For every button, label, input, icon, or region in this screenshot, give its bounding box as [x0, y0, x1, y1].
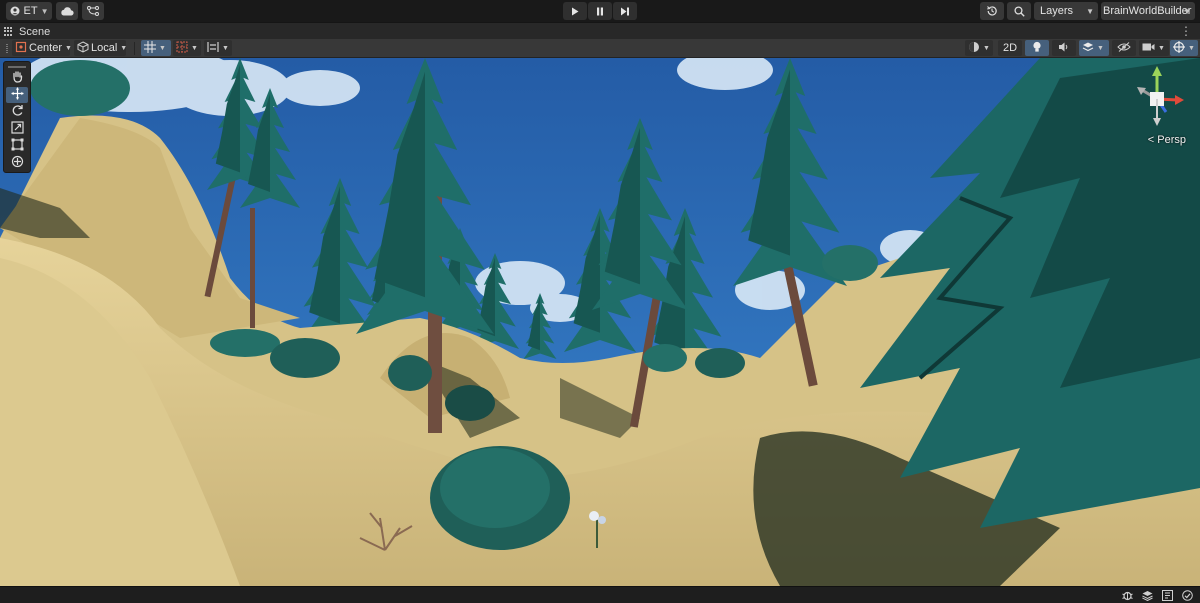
shading-sphere-icon	[968, 41, 980, 56]
move-tool[interactable]	[6, 87, 28, 103]
search-icon	[1013, 5, 1025, 17]
audio-toggle[interactable]	[1052, 40, 1076, 56]
effects-layers-icon	[1082, 41, 1094, 56]
drag-handle-icon[interactable]	[6, 44, 8, 53]
more-options-icon[interactable]: ⋮	[1180, 25, 1192, 37]
tab-scene-label: Scene	[19, 25, 51, 38]
branch-icon	[87, 6, 99, 16]
cloud-icon	[60, 6, 74, 16]
chevron-down-icon: ▼	[1158, 44, 1165, 52]
lightbulb-icon	[1032, 41, 1042, 56]
lighting-toggle[interactable]	[1025, 40, 1049, 56]
camera-icon	[1142, 42, 1155, 55]
pivot-mode-label: Center	[29, 42, 63, 54]
chevron-down-icon: ▼	[191, 44, 198, 52]
version-control-button[interactable]	[82, 2, 104, 20]
gizmo-globe-icon	[1173, 40, 1185, 56]
snap-increment-icon	[176, 41, 188, 56]
mode-2d-label: 2D	[1002, 42, 1018, 54]
step-icon	[620, 7, 630, 16]
move-icon	[11, 87, 24, 103]
transform-icon	[11, 155, 24, 171]
chevron-down-icon: ▼	[65, 44, 72, 52]
align-icon	[207, 41, 219, 56]
grid-snap-icon	[144, 40, 156, 56]
pause-button[interactable]	[588, 2, 612, 20]
snap-increment-dropdown[interactable]: ▼	[173, 40, 201, 56]
align-dropdown[interactable]: ▼	[204, 40, 232, 56]
camera-dropdown[interactable]: ▼	[1139, 40, 1169, 56]
scene-viewport[interactable]: < Persp	[0, 58, 1200, 586]
rotate-tool[interactable]	[6, 104, 28, 120]
chevron-down-icon: ▼	[983, 44, 990, 52]
cloud-button[interactable]	[56, 2, 78, 20]
axis-gizmo-icon	[1137, 66, 1184, 126]
pause-icon	[596, 7, 604, 16]
pivot-rotation-label: Local	[91, 42, 118, 54]
account-dropdown[interactable]: ET ▼	[6, 2, 52, 20]
layers-dropdown[interactable]: Layers ▼	[1034, 2, 1098, 20]
debug-icon[interactable]	[1121, 589, 1134, 602]
layout-dropdown[interactable]: BrainWorldBuilder ▼	[1101, 2, 1195, 20]
layout-label: BrainWorldBuilder	[1103, 5, 1192, 17]
status-bar	[0, 586, 1200, 603]
chevron-down-icon: ▼	[120, 44, 128, 52]
transform-tool[interactable]	[6, 155, 28, 171]
pivot-rotation-dropdown[interactable]: Local ▼	[74, 40, 128, 56]
draw-mode-dropdown[interactable]: ▼	[965, 40, 993, 56]
scale-tool[interactable]	[6, 121, 28, 137]
tool-palette	[3, 61, 31, 173]
chevron-down-icon: ▼	[159, 44, 166, 52]
forest-scene-render	[0, 58, 1200, 586]
scene-tab-bar: Scene ⋮	[0, 22, 1200, 39]
step-button[interactable]	[613, 2, 637, 20]
main-toolbar: ET ▼ Layers ▼ BrainWorldBuilder ▼	[0, 0, 1200, 22]
play-icon	[571, 7, 579, 16]
toolbar-divider	[134, 42, 135, 55]
account-icon	[10, 6, 20, 16]
camera-mode-label[interactable]: < Persp	[1148, 134, 1186, 146]
rotate-icon	[11, 104, 24, 120]
grid-snap-toggle[interactable]: ▼	[141, 40, 171, 56]
eye-slash-icon	[1117, 41, 1131, 55]
chevron-down-icon: ▼	[1183, 7, 1191, 16]
stack-icon[interactable]	[1141, 589, 1154, 602]
rect-icon	[11, 138, 24, 154]
effects-dropdown[interactable]: ▼	[1079, 40, 1109, 56]
scene-toolbar: Center ▼ Local ▼ ▼ ▼ ▼ ▼ 2D ▼ ▼ ▼	[0, 39, 1200, 58]
account-label: ET	[23, 5, 38, 17]
gizmos-dropdown[interactable]: ▼	[1170, 40, 1198, 56]
grid-icon	[4, 26, 14, 37]
rect-tool[interactable]	[6, 138, 28, 154]
chevron-down-icon: ▼	[40, 6, 49, 16]
tab-scene[interactable]: Scene	[4, 23, 50, 40]
audio-icon	[1058, 41, 1070, 56]
chevron-down-icon: ▼	[1097, 44, 1104, 52]
hand-tool[interactable]	[6, 70, 28, 86]
scene-visibility-toggle[interactable]	[1112, 40, 1136, 56]
play-button[interactable]	[563, 2, 587, 20]
drag-handle-icon[interactable]	[8, 66, 26, 68]
pivot-center-icon	[15, 41, 27, 56]
local-cube-icon	[77, 40, 89, 56]
chevron-down-icon: ▼	[1188, 44, 1195, 52]
mode-2d-toggle[interactable]: 2D	[998, 40, 1022, 56]
history-icon	[986, 5, 998, 17]
hand-icon	[11, 70, 24, 86]
chevron-down-icon: ▼	[222, 44, 229, 52]
chevron-down-icon: ▼	[1086, 7, 1094, 16]
scale-icon	[10, 121, 24, 137]
search-button[interactable]	[1007, 2, 1031, 20]
pivot-mode-dropdown[interactable]: Center ▼	[12, 40, 72, 56]
network-icon[interactable]	[1161, 589, 1174, 602]
check-icon[interactable]	[1181, 589, 1194, 602]
layers-label: Layers	[1040, 5, 1074, 17]
history-button[interactable]	[980, 2, 1004, 20]
